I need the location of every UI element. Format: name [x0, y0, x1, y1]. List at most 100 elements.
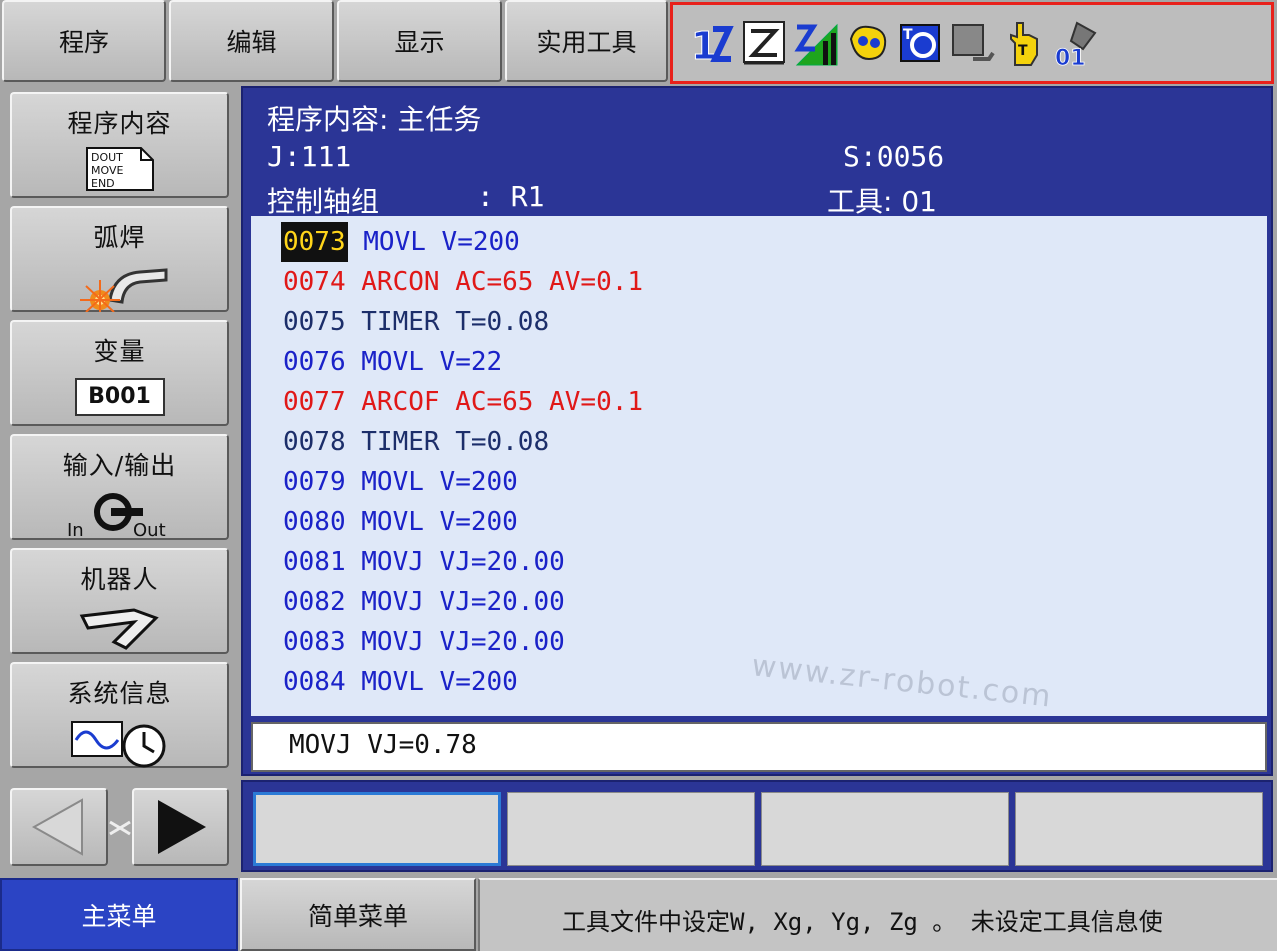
line-number: 0076 — [283, 347, 346, 377]
svg-text:T: T — [1018, 43, 1028, 59]
code-line[interactable]: 0080 MOVL V=200 — [283, 502, 518, 542]
main-menu-label: 主菜单 — [81, 901, 157, 931]
line-number: 0084 — [283, 667, 346, 697]
sidebar-item-label: 机器人 — [80, 565, 159, 594]
cycle-mode-icon — [952, 24, 995, 61]
sidebar-item-label: 系统信息 — [67, 679, 172, 708]
code-line[interactable]: 0075 TIMER T=0.08 — [283, 302, 549, 342]
line-instruction: TIMER T=0.08 — [345, 427, 550, 457]
code-line[interactable]: 0073 MOVL V=200 — [281, 222, 520, 262]
tool-number-text: 01 — [1055, 46, 1086, 69]
function-key-4[interactable] — [1015, 792, 1263, 866]
teach-hand-icon: T — [1010, 22, 1038, 66]
control-group-icon: 1 — [691, 24, 734, 69]
page-next-button[interactable] — [132, 788, 229, 866]
sidebar-item-label: 变量 — [93, 337, 146, 366]
io-plug-icon: In Out — [67, 493, 166, 540]
function-key-3[interactable] — [761, 792, 1009, 866]
security-mode-icon — [849, 25, 887, 61]
io-out-label: Out — [133, 520, 166, 540]
axis-group-value: : R1 — [477, 180, 545, 213]
sidebar-item-label: 程序内容 — [67, 109, 172, 138]
arrow-left-icon — [31, 798, 83, 856]
simple-menu-button[interactable]: 简单菜单 — [240, 878, 476, 951]
line-number: 0078 — [283, 427, 346, 457]
menu-program[interactable]: 程序 — [2, 0, 166, 82]
line-number: 0080 — [283, 507, 346, 537]
job-number: J:111 — [267, 140, 352, 173]
status-icon-bar: 1 T T 01 — [670, 2, 1274, 84]
sidebar-item-arc-welding[interactable]: 弧焊 — [10, 206, 229, 312]
line-instruction: TIMER T=0.08 — [345, 307, 550, 337]
sidebar-item-program-content[interactable]: 程序内容 DOUT MOVE END — [10, 92, 229, 198]
code-line[interactable]: 0074 ARCON AC=65 AV=0.1 — [283, 262, 643, 302]
main-menu-button[interactable]: 主菜单 — [0, 878, 238, 951]
line-number: 0074 — [283, 267, 346, 297]
sidebar-item-system-info[interactable]: 系统信息 — [10, 662, 229, 768]
tool-number-icon: 01 — [1055, 21, 1097, 69]
welding-torch-icon — [79, 268, 167, 312]
message-text: 工具文件中设定W, Xg, Yg, Zg 。 未设定工具信息使 — [562, 908, 1163, 936]
line-number: 0081 — [283, 547, 346, 577]
code-line[interactable]: 0083 MOVJ VJ=20.00 — [283, 622, 565, 662]
line-instruction: MOVL V=200 — [345, 507, 518, 537]
line-number: 0079 — [283, 467, 346, 497]
speed-icon — [794, 23, 838, 66]
line-number: 0082 — [283, 587, 346, 617]
message-bar: 工具文件中设定W, Xg, Yg, Zg 。 未设定工具信息使 — [478, 878, 1277, 951]
code-line[interactable]: 0084 MOVL V=200 — [283, 662, 518, 702]
variable-b001-icon: B001 — [74, 378, 165, 416]
sidebar-item-io[interactable]: 输入/输出 In Out — [10, 434, 229, 540]
function-key-area — [241, 780, 1273, 872]
line-instruction: MOVL V=22 — [345, 347, 503, 377]
doc-line-1: DOUT — [91, 151, 123, 164]
line-number: 0077 — [283, 387, 346, 417]
menu-utility[interactable]: 实用工具 — [505, 0, 668, 82]
page-title: 程序内容: 主任务 — [267, 103, 482, 136]
line-number: 0075 — [283, 307, 346, 337]
coordinate-icon — [743, 21, 785, 65]
program-listing[interactable]: 0073 MOVL V=200 0074 ARCON AC=65 AV=0.1 00… — [251, 216, 1267, 716]
line-instruction: MOVJ VJ=20.00 — [345, 547, 565, 577]
code-line[interactable]: 0077 ARCOF AC=65 AV=0.1 — [283, 382, 643, 422]
line-instruction: MOVL V=200 — [347, 227, 520, 257]
code-line[interactable]: 0079 MOVL V=200 — [283, 462, 518, 502]
arrow-right-icon — [158, 800, 206, 854]
command-input-line[interactable]: MOVJ VJ=0.78 — [251, 722, 1267, 772]
menu-edit[interactable]: 编辑 — [169, 0, 334, 82]
sidebar-item-label: 弧焊 — [93, 223, 146, 252]
function-key-1[interactable] — [253, 792, 501, 866]
line-instruction: MOVJ VJ=20.00 — [345, 587, 565, 617]
code-line[interactable]: 0081 MOVJ VJ=20.00 — [283, 542, 565, 582]
command-input-text: MOVJ VJ=0.78 — [289, 730, 477, 760]
line-instruction: ARCON AC=65 AV=0.1 — [345, 267, 644, 297]
current-line-number: 0073 — [281, 222, 348, 262]
sidebar-item-variable[interactable]: 变量 B001 — [10, 320, 229, 426]
tool-coordinate-icon: T — [900, 24, 940, 62]
menu-display-label: 显示 — [394, 28, 445, 57]
program-content-panel: 程序内容: 主任务 J:111 S:0056 控制轴组 : R1 工具: 01 … — [241, 86, 1273, 776]
menu-display[interactable]: 显示 — [337, 0, 502, 82]
program-doc-icon: DOUT MOVE END — [85, 147, 154, 191]
page-prev-button[interactable] — [10, 788, 108, 866]
code-line[interactable]: 0076 MOVL V=22 — [283, 342, 502, 382]
code-line[interactable]: 0082 MOVJ VJ=20.00 — [283, 582, 565, 622]
menu-program-label: 程序 — [58, 28, 109, 57]
tool-number: 工具: 01 — [827, 185, 937, 218]
axis-group-label: 控制轴组 — [267, 185, 380, 218]
svg-text:T: T — [903, 27, 913, 43]
line-instruction: MOVJ VJ=20.00 — [345, 627, 565, 657]
system-info-icon — [70, 721, 165, 768]
function-key-2[interactable] — [507, 792, 755, 866]
code-line[interactable]: 0078 TIMER T=0.08 — [283, 422, 549, 462]
simple-menu-label: 简单菜单 — [307, 901, 408, 931]
io-in-label: In — [67, 520, 84, 540]
line-instruction: MOVL V=200 — [345, 667, 518, 697]
doc-line-3: END — [91, 177, 115, 190]
robot-arm-icon — [79, 608, 159, 650]
menu-utility-label: 实用工具 — [536, 28, 637, 57]
sidebar-item-robot[interactable]: 机器人 — [10, 548, 229, 654]
line-instruction: MOVL V=200 — [345, 467, 518, 497]
sidebar-item-label: 输入/输出 — [62, 451, 177, 480]
doc-line-2: MOVE — [91, 164, 123, 177]
